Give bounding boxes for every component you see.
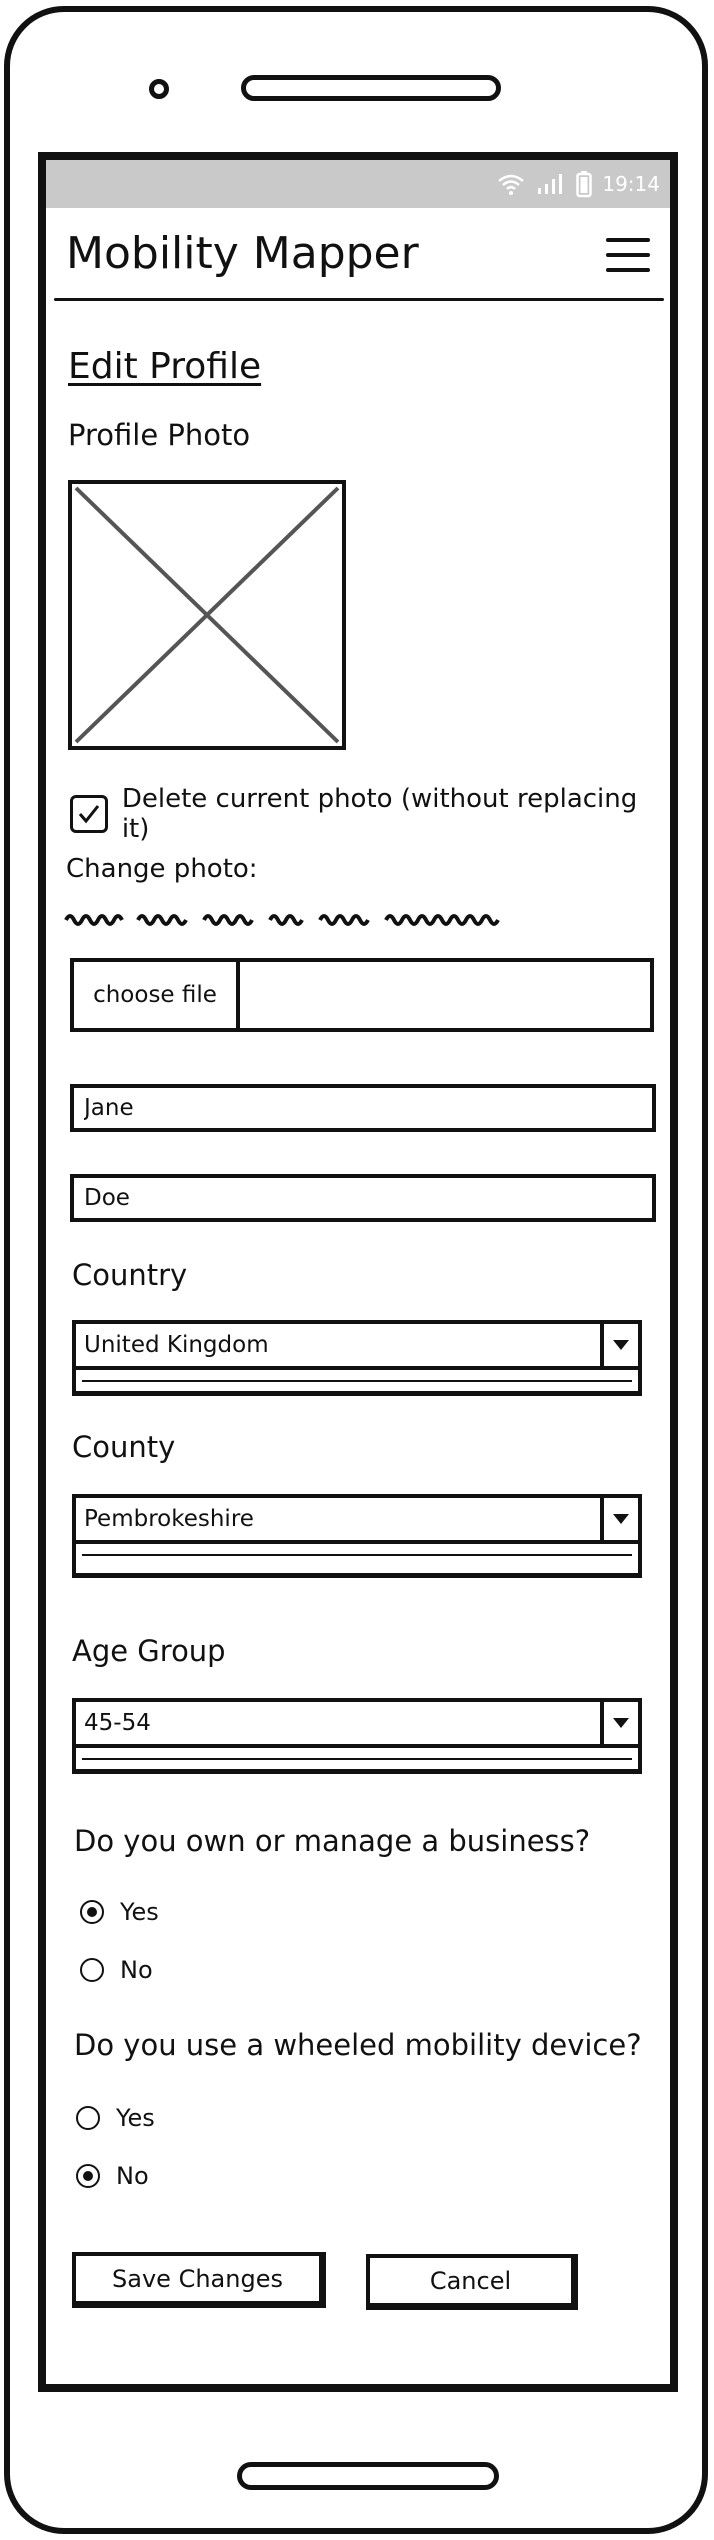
- choose-file-button[interactable]: choose file: [74, 962, 240, 1028]
- wheeled-device-question: Do you use a wheeled mobility device?: [74, 2028, 642, 2062]
- wheeled-no-radio[interactable]: [76, 2164, 100, 2188]
- signal-icon: [538, 174, 563, 194]
- page-title: Edit Profile: [68, 346, 262, 387]
- chevron-down-icon[interactable]: [600, 1324, 638, 1366]
- age-group-select[interactable]: 45-54: [72, 1698, 642, 1748]
- profile-photo-label: Profile Photo: [68, 418, 251, 452]
- wifi-icon: [498, 174, 525, 195]
- business-no-label: No: [120, 1956, 153, 1984]
- business-yes-option[interactable]: Yes: [80, 1898, 159, 1926]
- profile-photo-placeholder: [68, 480, 346, 750]
- last-name-input[interactable]: [70, 1174, 656, 1222]
- country-value: United Kingdom: [84, 1332, 269, 1358]
- country-select[interactable]: United Kingdom: [72, 1320, 642, 1370]
- camera-lens: [149, 79, 169, 99]
- delete-photo-option[interactable]: Delete current photo (without replacing …: [70, 784, 670, 844]
- header-divider: [54, 298, 664, 301]
- county-label: County: [72, 1430, 176, 1464]
- redacted-text-scribble: [62, 908, 562, 936]
- business-no-option[interactable]: No: [80, 1956, 153, 1984]
- speaker-grille: [241, 75, 501, 101]
- cancel-button[interactable]: Cancel: [366, 2254, 578, 2310]
- save-changes-button[interactable]: Save Changes: [72, 2252, 326, 2308]
- business-yes-label: Yes: [120, 1898, 159, 1926]
- business-yes-radio[interactable]: [80, 1900, 104, 1924]
- image-placeholder-icon: [74, 486, 340, 744]
- wheeled-yes-radio[interactable]: [76, 2106, 100, 2130]
- chevron-down-icon[interactable]: [600, 1702, 638, 1744]
- app-title: Mobility Mapper: [66, 228, 419, 279]
- status-bar: 19:14: [46, 160, 670, 208]
- country-options-list: [72, 1370, 642, 1396]
- battery-icon: [576, 171, 593, 198]
- country-label: Country: [72, 1258, 188, 1292]
- county-options-list: [72, 1544, 642, 1578]
- home-button[interactable]: [237, 2462, 499, 2490]
- business-no-radio[interactable]: [80, 1958, 104, 1982]
- business-question: Do you own or manage a business?: [74, 1824, 591, 1858]
- file-picker: choose file: [70, 958, 654, 1032]
- hamburger-menu-icon[interactable]: [606, 238, 650, 274]
- wheeled-no-option[interactable]: No: [76, 2162, 149, 2190]
- age-group-options-list: [72, 1748, 642, 1774]
- checkmark-icon: [78, 805, 100, 824]
- age-group-label: Age Group: [72, 1634, 226, 1668]
- age-group-value: 45-54: [84, 1710, 151, 1736]
- wheeled-no-label: No: [116, 2162, 149, 2190]
- wheeled-yes-label: Yes: [116, 2104, 155, 2132]
- county-value: Pembrokeshire: [84, 1506, 254, 1532]
- delete-photo-label: Delete current photo (without replacing …: [121, 784, 638, 844]
- app-header: Mobility Mapper: [46, 208, 670, 300]
- phone-screen: 19:14 Mobility Mapper Edit Profile Profi…: [38, 152, 678, 2392]
- county-select[interactable]: Pembrokeshire: [72, 1494, 642, 1544]
- first-name-input[interactable]: [70, 1084, 656, 1132]
- wheeled-yes-option[interactable]: Yes: [76, 2104, 155, 2132]
- clock: 19:14: [602, 172, 660, 196]
- file-name-field[interactable]: [240, 962, 650, 1028]
- chevron-down-icon[interactable]: [600, 1498, 638, 1540]
- delete-photo-checkbox[interactable]: [70, 795, 108, 833]
- change-photo-label: Change photo:: [66, 854, 258, 884]
